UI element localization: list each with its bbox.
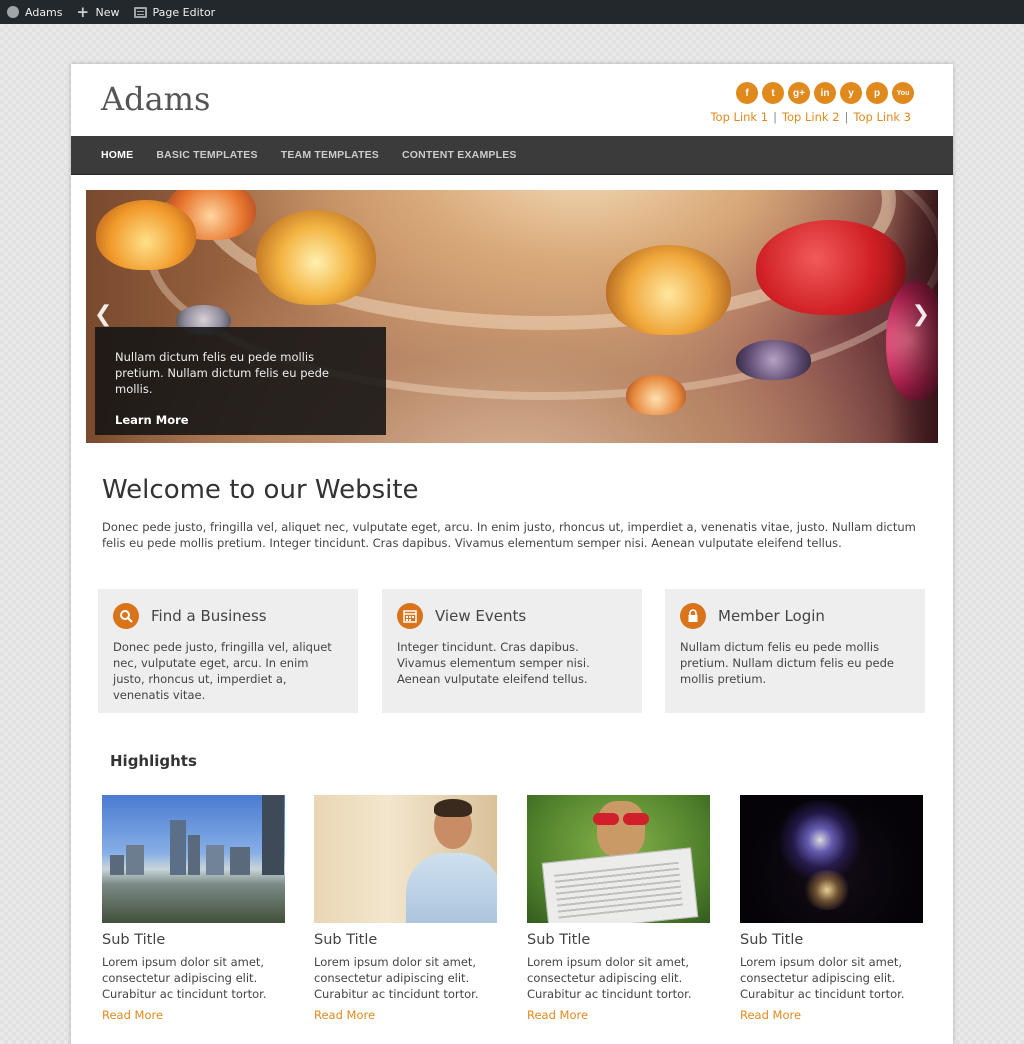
dog-newspaper-image[interactable] (527, 795, 710, 923)
plus-icon: + (76, 2, 90, 21)
card-title: Sub Title (102, 932, 166, 948)
chevron-left-icon[interactable]: ❮ (94, 302, 112, 327)
card-text: Lorem ipsum dolor sit amet, consectetur … (314, 955, 479, 1001)
building (188, 835, 200, 875)
admin-bar: Adams + New Page Editor (0, 0, 1024, 24)
top-link-3[interactable]: Top Link 3 (853, 110, 911, 124)
youtube-icon[interactable]: You (892, 82, 914, 104)
building (206, 845, 224, 875)
read-more-link[interactable]: Read More (740, 1008, 923, 1022)
newspaper (541, 847, 699, 923)
top-link-1[interactable]: Top Link 1 (710, 110, 768, 124)
welcome-text: Donec pede justo, fringilla vel, aliquet… (102, 520, 916, 550)
firework-burst (775, 800, 865, 880)
city-skyline-image[interactable] (102, 795, 285, 923)
admin-new-label: New (95, 5, 120, 19)
fireworks-image[interactable] (740, 795, 923, 923)
man-body (406, 853, 497, 923)
feature-title: View Events (435, 607, 527, 625)
top-link-2[interactable]: Top Link 2 (782, 110, 840, 124)
card-title: Sub Title (740, 932, 804, 948)
lantern (606, 245, 731, 335)
building (230, 847, 250, 875)
building (126, 845, 144, 875)
hero-caption-text: Nullam dictum felis eu pede mollis preti… (115, 350, 329, 396)
top-link-separator: | (773, 110, 777, 124)
feature-find-business[interactable]: Find a Business Donec pede justo, fringi… (98, 589, 358, 713)
smiling-man-image[interactable] (314, 795, 497, 923)
page-editor-icon (133, 6, 147, 18)
top-link-separator: | (844, 110, 849, 124)
hero-caption: Nullam dictum felis eu pede mollis preti… (95, 327, 386, 435)
feature-title: Member Login (718, 607, 825, 625)
top-links: Top Link 1 | Top Link 2 | Top Link 3 (710, 110, 911, 124)
linkedin-icon[interactable]: in (814, 82, 836, 104)
nav-item-team-templates[interactable]: TEAM TEMPLATES (281, 149, 379, 161)
card-text: Lorem ipsum dolor sit amet, consectetur … (527, 955, 692, 1001)
highlight-card: Sub Title Lorem ipsum dolor sit amet, co… (102, 795, 285, 1022)
nav-item-basic-templates[interactable]: BASIC TEMPLATES (156, 149, 257, 161)
card-text: Lorem ipsum dolor sit amet, consectetur … (102, 955, 267, 1001)
dashboard-icon (7, 6, 19, 18)
building (262, 795, 284, 875)
feature-text: Donec pede justo, fringilla vel, aliquet… (113, 640, 332, 702)
lantern (96, 200, 196, 270)
highlights-heading: Highlights (110, 752, 197, 770)
read-more-link[interactable]: Read More (102, 1008, 285, 1022)
feature-member-login[interactable]: Member Login Nullam dictum felis eu pede… (665, 589, 925, 713)
main-nav: HOME BASIC TEMPLATES TEAM TEMPLATES CONT… (71, 136, 953, 175)
pinterest-icon[interactable]: p (866, 82, 888, 104)
facebook-icon[interactable]: f (736, 82, 758, 104)
firework-burst (802, 870, 852, 910)
learn-more-link[interactable]: Learn More (115, 413, 366, 427)
social-icons: f t g+ in y p You (736, 82, 914, 104)
calendar-icon (397, 603, 423, 629)
search-icon (113, 603, 139, 629)
page-container: Adams f t g+ in y p You Top Link 1 | Top… (71, 64, 953, 1044)
building (170, 820, 186, 875)
read-more-link[interactable]: Read More (527, 1008, 710, 1022)
site-title[interactable]: Adams (101, 80, 210, 118)
hero-slider: ❮ ❯ Nullam dictum felis eu pede mollis p… (86, 190, 938, 443)
nav-item-home[interactable]: HOME (101, 149, 133, 161)
dog-head (597, 801, 645, 857)
feature-text: Nullam dictum felis eu pede mollis preti… (680, 640, 894, 686)
lantern (736, 340, 811, 380)
chevron-right-icon[interactable]: ❯ (912, 302, 930, 327)
lantern (256, 210, 376, 305)
welcome-heading: Welcome to our Website (102, 475, 419, 505)
read-more-link[interactable]: Read More (314, 1008, 497, 1022)
admin-site-label: Adams (25, 5, 63, 19)
man-hair (434, 799, 472, 817)
twitter-icon[interactable]: t (762, 82, 784, 104)
admin-site-menu[interactable]: Adams (0, 0, 70, 24)
nav-item-content-examples[interactable]: CONTENT EXAMPLES (402, 149, 517, 161)
card-title: Sub Title (527, 932, 591, 948)
highlight-card: Sub Title Lorem ipsum dolor sit amet, co… (314, 795, 497, 1022)
lantern (756, 220, 906, 315)
highlight-card: Sub Title Lorem ipsum dolor sit amet, co… (740, 795, 923, 1022)
feature-text: Integer tincidunt. Cras dapibus. Vivamus… (397, 640, 590, 686)
lantern (626, 375, 686, 415)
feature-title: Find a Business (151, 607, 267, 625)
sunglasses (593, 813, 649, 825)
feature-view-events[interactable]: View Events Integer tincidunt. Cras dapi… (382, 589, 642, 713)
yelp-icon[interactable]: y (840, 82, 862, 104)
card-text: Lorem ipsum dolor sit amet, consectetur … (740, 955, 905, 1001)
card-title: Sub Title (314, 932, 378, 948)
admin-page-editor[interactable]: Page Editor (127, 0, 223, 24)
highlight-card: Sub Title Lorem ipsum dolor sit amet, co… (527, 795, 710, 1022)
building (110, 855, 124, 875)
google-plus-icon[interactable]: g+ (788, 82, 810, 104)
lock-icon (680, 603, 706, 629)
admin-page-editor-label: Page Editor (152, 5, 216, 19)
admin-new-menu[interactable]: + New (70, 0, 127, 24)
